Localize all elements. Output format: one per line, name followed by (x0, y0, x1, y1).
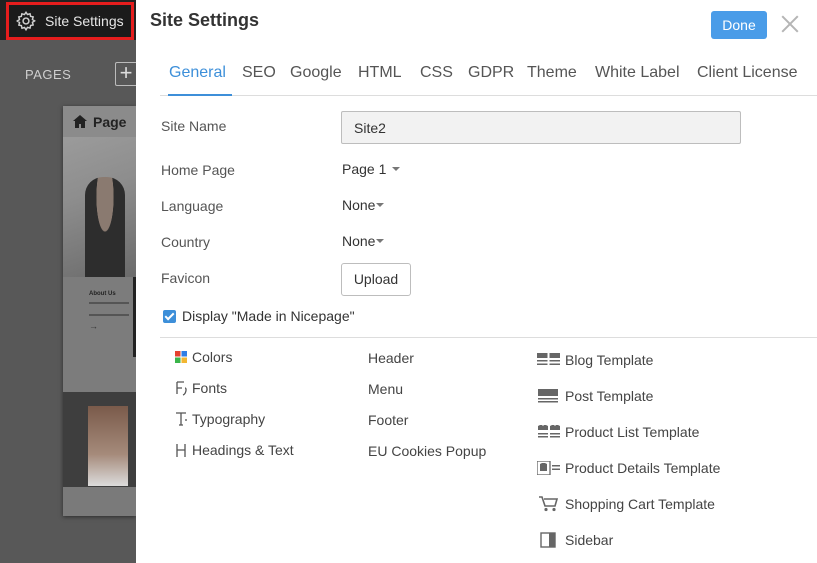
thumbnail-bottom-section (63, 392, 136, 487)
home-page-select[interactable]: Page 1 (342, 161, 401, 177)
cart-icon (537, 495, 561, 513)
headings-text-label: Headings & Text (192, 442, 294, 458)
tab-html[interactable]: HTML (358, 62, 402, 96)
made-in-nicepage-label: Display "Made in Nicepage" (182, 308, 355, 324)
country-value: None (342, 233, 376, 249)
sidebar-link[interactable]: Sidebar (537, 531, 613, 549)
page-card-header: Page (63, 106, 136, 137)
tab-general[interactable]: General (168, 62, 232, 96)
language-select[interactable]: None (342, 197, 385, 213)
thumbnail-arrow: → (89, 321, 98, 331)
thumbnail-hero-image (63, 137, 136, 277)
home-page-label: Home Page (161, 162, 235, 178)
colors-icon (174, 348, 188, 366)
typography-icon (174, 410, 188, 428)
language-label: Language (161, 198, 224, 214)
tab-gdpr[interactable]: GDPR (468, 62, 514, 96)
headings-icon (174, 441, 188, 459)
tab-google[interactable]: Google (290, 62, 342, 96)
close-icon[interactable] (779, 13, 801, 35)
shopping-cart-template-label: Shopping Cart Template (565, 496, 715, 512)
thumbnail-photo (88, 406, 128, 486)
product-list-icon (537, 423, 561, 441)
dialog-title: Site Settings (150, 10, 260, 30)
colors-link[interactable]: Colors (174, 348, 232, 366)
made-in-nicepage-option[interactable]: Display "Made in Nicepage" (163, 308, 355, 324)
blog-template-link[interactable]: Blog Template (537, 351, 653, 369)
blog-template-label: Blog Template (565, 352, 654, 368)
thumbnail-text-lines (89, 302, 129, 316)
page-thumbnail-card[interactable]: Page About Us → (63, 106, 136, 516)
sidebar-label: Sidebar (565, 532, 614, 548)
tab-white-label[interactable]: White Label (595, 62, 680, 96)
done-button[interactable]: Done (711, 11, 767, 39)
typography-label: Typography (192, 411, 266, 427)
product-list-template-link[interactable]: Product List Template (537, 423, 699, 441)
upload-button[interactable]: Upload (341, 263, 411, 296)
sidebar-icon (537, 531, 561, 549)
section-divider (160, 337, 817, 338)
pages-label: PAGES (25, 67, 72, 82)
headings-text-link[interactable]: Headings & Text (174, 441, 294, 459)
site-name-input[interactable] (341, 111, 741, 144)
eu-cookies-popup-link[interactable]: EU Cookies Popup (368, 443, 486, 459)
product-details-icon (537, 459, 561, 477)
fonts-icon (174, 379, 188, 397)
site-settings-button[interactable]: Site Settings (6, 2, 134, 40)
product-list-template-label: Product List Template (565, 424, 700, 440)
post-template-label: Post Template (565, 388, 654, 404)
tab-theme[interactable]: Theme (527, 62, 577, 96)
chevron-down-icon (376, 203, 385, 207)
tab-css[interactable]: CSS (420, 62, 453, 96)
thumbnail-person (85, 177, 125, 277)
footer-link[interactable]: Footer (368, 412, 408, 428)
made-in-nicepage-checkbox[interactable] (163, 309, 176, 323)
site-name-label: Site Name (161, 118, 227, 134)
favicon-label: Favicon (161, 270, 211, 286)
settings-tabs: General SEO Google HTML CSS GDPR Theme W… (160, 62, 817, 96)
site-settings-dialog: Site Settings Done General SEO Google HT… (136, 0, 817, 563)
home-icon (73, 115, 87, 128)
tab-seo[interactable]: SEO (242, 62, 276, 96)
post-template-icon (537, 387, 561, 405)
fonts-label: Fonts (192, 380, 228, 396)
country-label: Country (161, 234, 211, 250)
thumbnail-about-title: About Us (89, 291, 116, 297)
page-card-title: Page (93, 113, 127, 130)
product-details-template-link[interactable]: Product Details Template (537, 459, 720, 477)
chevron-down-icon (376, 239, 385, 243)
country-select[interactable]: None (342, 233, 385, 249)
header-link[interactable]: Header (368, 350, 414, 366)
typography-link[interactable]: Typography (174, 410, 265, 428)
chevron-down-icon (392, 167, 401, 171)
post-template-link[interactable]: Post Template (537, 387, 653, 405)
gear-icon (15, 10, 36, 32)
product-details-template-label: Product Details Template (565, 460, 721, 476)
thumbnail-about-section: About Us → (63, 277, 136, 392)
shopping-cart-template-link[interactable]: Shopping Cart Template (537, 495, 715, 513)
colors-label: Colors (192, 349, 233, 365)
home-page-value: Page 1 (342, 161, 387, 177)
tab-client-license[interactable]: Client License (697, 62, 798, 96)
menu-link[interactable]: Menu (368, 381, 403, 397)
blog-template-icon (537, 351, 561, 369)
site-settings-label: Site Settings (45, 13, 124, 29)
add-page-button[interactable]: + (115, 62, 136, 86)
language-value: None (342, 197, 376, 213)
fonts-link[interactable]: Fonts (174, 379, 227, 397)
